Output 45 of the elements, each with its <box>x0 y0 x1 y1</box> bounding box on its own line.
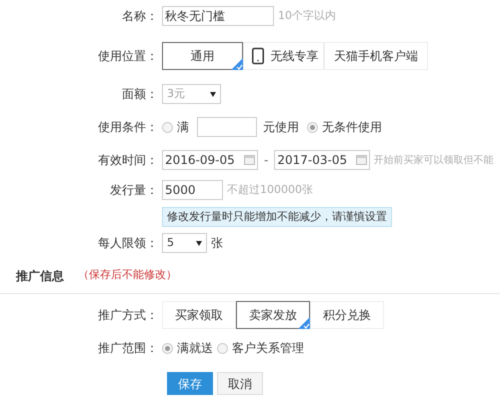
cancel-button[interactable]: 取消 <box>217 372 263 395</box>
limit-select[interactable]: 5 <box>162 233 207 253</box>
dropdown-icon <box>196 240 202 246</box>
option-button[interactable]: 卖家发放 <box>236 301 310 329</box>
calendar-icon <box>244 155 255 165</box>
quantity-input[interactable]: 5000 <box>162 180 223 200</box>
option-button[interactable]: 买家领取 <box>162 301 236 329</box>
radio-label: 客户关系管理 <box>232 340 304 357</box>
section-title: 推广信息 <box>16 268 64 284</box>
radio-label: 满 <box>177 119 189 136</box>
end-date-input[interactable]: 2017-03-05 <box>274 150 370 170</box>
dropdown-icon <box>210 92 216 96</box>
start-date-input[interactable]: 2016-09-05 <box>162 150 258 170</box>
hint-text: 10个字以内 <box>278 8 336 24</box>
field-label: 名称： <box>122 8 158 25</box>
name-input[interactable]: 秋冬无门槛 <box>162 6 274 26</box>
separator-text: - <box>264 152 268 169</box>
check-corner-icon <box>231 58 243 70</box>
field-label: 每人限领： <box>98 235 158 252</box>
check-corner-icon <box>298 317 310 329</box>
amount-input[interactable] <box>197 117 257 137</box>
field-label: 使用位置： <box>98 48 158 65</box>
hint-text: 开始前买家可以领取但不能 <box>373 154 494 168</box>
hint-text: 不超过100000张 <box>227 182 313 198</box>
field-label: 有效时间： <box>98 152 158 169</box>
section-note: （保存后不能修改） <box>78 267 177 284</box>
unit-text: 张 <box>211 235 223 252</box>
radio-label: 无条件使用 <box>322 119 382 136</box>
radio-button[interactable] <box>217 342 228 354</box>
option-button[interactable]: 无线专享 <box>243 42 324 70</box>
option-button[interactable]: 积分兑换 <box>310 301 384 329</box>
radio-button[interactable] <box>307 122 318 132</box>
tip-message: 修改发行量时只能增加不能减少，请谨慎设置 <box>162 207 392 227</box>
radio-button[interactable] <box>162 342 173 354</box>
radio-label: 满就送 <box>177 340 213 357</box>
unit-text: 元使用 <box>263 119 299 136</box>
field-label: 使用条件： <box>98 119 158 136</box>
calendar-icon <box>356 155 368 165</box>
field-label: 面额： <box>122 86 158 103</box>
option-button[interactable]: 通用 <box>162 42 243 70</box>
field-label: 发行量： <box>110 182 158 199</box>
field-label: 推广方式： <box>98 307 158 324</box>
field-label: 推广范围： <box>98 340 158 357</box>
option-button[interactable]: 天猫手机客户端 <box>324 42 428 70</box>
radio-button[interactable] <box>162 122 173 132</box>
